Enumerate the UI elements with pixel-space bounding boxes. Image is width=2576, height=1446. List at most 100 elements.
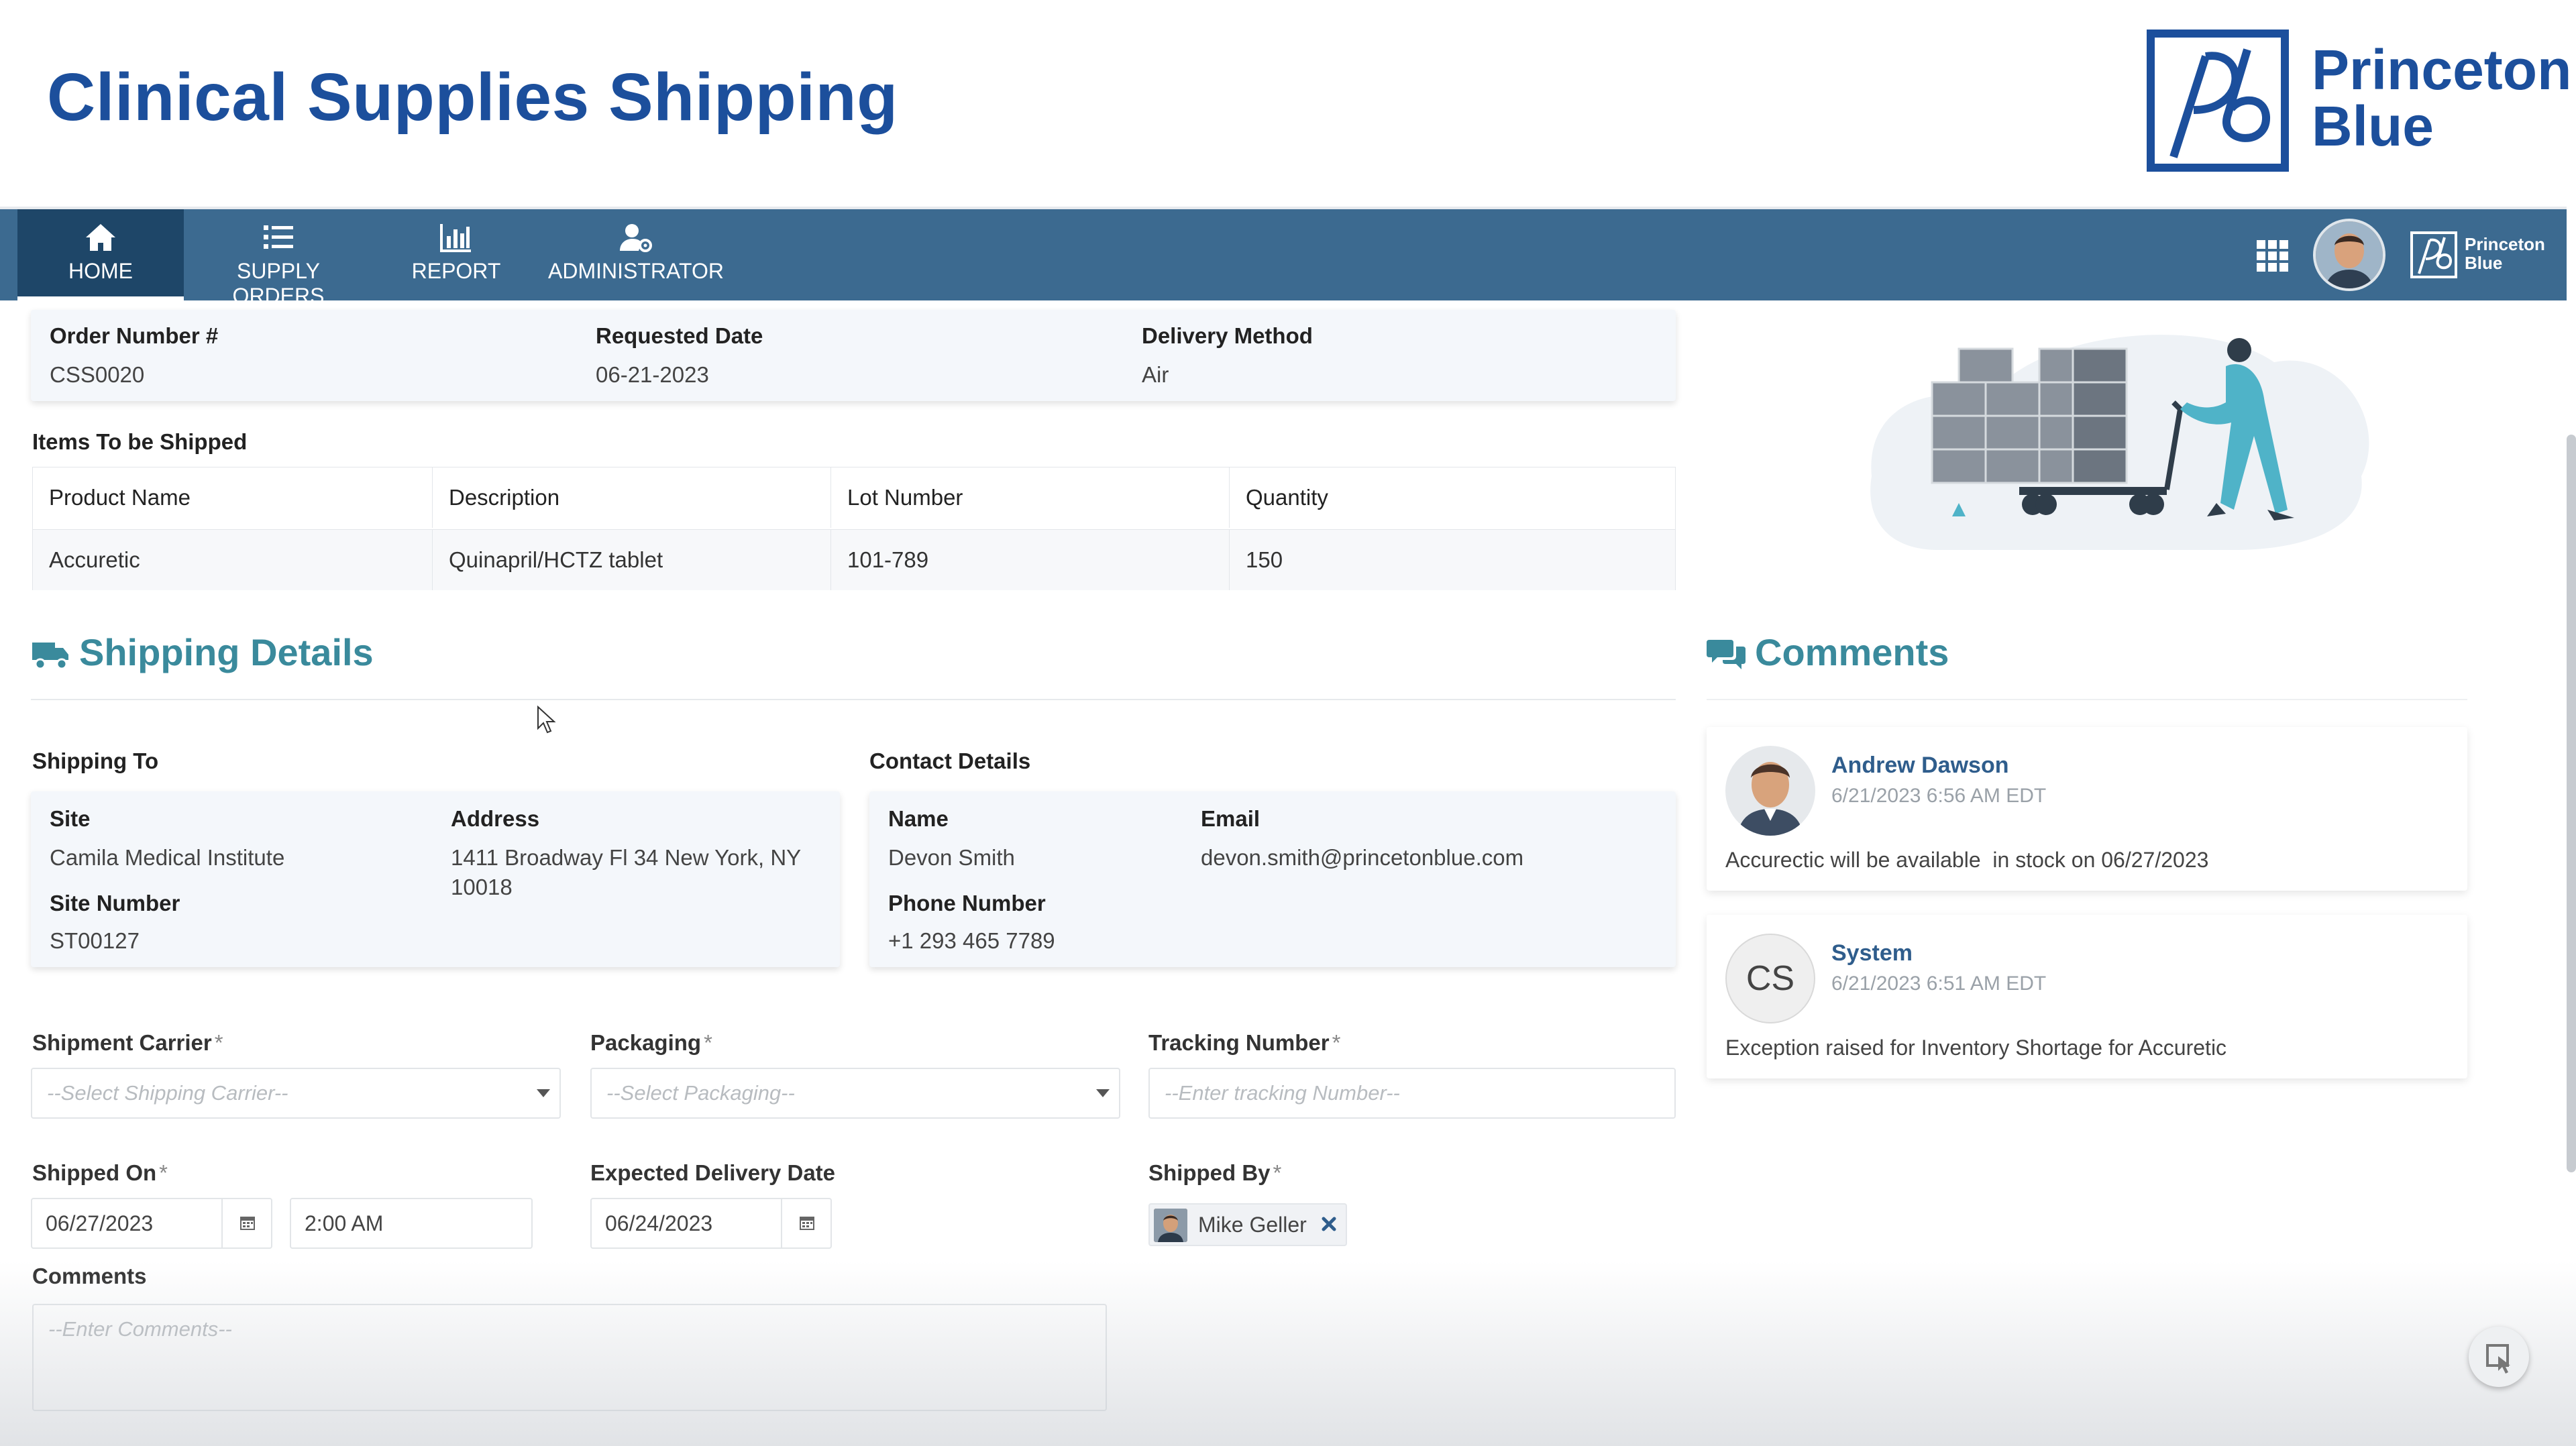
shipped-by-label: Shipped By * (1148, 1160, 1281, 1186)
nav-supply-orders[interactable]: SUPPLY ORDERS (195, 209, 362, 308)
table-row: Accuretic Quinapril/HCTZ tablet 101-789 … (33, 529, 1675, 590)
comment-text: Accurectic will be available in stock on… (1725, 848, 2209, 872)
comment-text: Exception raised for Inventory Shortage … (1725, 1036, 2227, 1060)
comments-textarea[interactable]: --Enter Comments-- (32, 1304, 1107, 1411)
order-number-value: CSS0020 (50, 362, 145, 387)
expected-delivery-date-input[interactable]: 06/24/2023 (590, 1198, 832, 1249)
author-initials: CS (1746, 959, 1795, 998)
address-label: Address (451, 806, 540, 831)
column-header-lot-number: Lot Number (831, 467, 1230, 528)
shipped-by-name: Mike Geller (1198, 1213, 1307, 1237)
shipment-carrier-select[interactable]: --Select Shipping Carrier-- (31, 1068, 561, 1119)
calendar-button[interactable] (781, 1199, 830, 1247)
comments-icon (1707, 640, 1746, 669)
shipped-by-label-text: Shipped By (1148, 1160, 1271, 1185)
column-header-quantity: Quantity (1246, 485, 1328, 510)
top-navbar: HOME SUPPLY ORDERS REPORT ADMINISTRATOR (0, 207, 2567, 308)
app-title: Clinical Supplies Shipping (47, 60, 898, 135)
comment-author[interactable]: System (1831, 940, 1913, 966)
nav-brand-line2: Blue (2465, 253, 2503, 273)
comment-timestamp: 6/21/2023 6:56 AM EDT (1831, 785, 2047, 807)
site-label: Site (50, 806, 91, 831)
user-cog-icon (620, 224, 652, 252)
brand-name-line2: Blue (2312, 95, 2434, 158)
site-number-label: Site Number (50, 891, 180, 915)
page-scrollbar[interactable] (2567, 435, 2576, 1172)
items-table: Product Name Description Lot Number Quan… (32, 467, 1676, 590)
required-mark: * (159, 1160, 168, 1185)
nav-report-label: REPORT (411, 259, 501, 283)
email-label: Email (1201, 806, 1260, 831)
comment-card: Andrew Dawson 6/21/2023 6:56 AM EDT Accu… (1707, 727, 2467, 891)
site-value: Camila Medical Institute (50, 845, 285, 870)
home-icon (86, 224, 115, 251)
packaging-select[interactable]: --Select Packaging-- (590, 1068, 1120, 1119)
cell-lot-number: 101-789 (831, 530, 1230, 590)
nav-brand-line1: Princeton (2465, 234, 2545, 254)
calendar-icon (240, 1217, 255, 1230)
contact-name-label: Name (888, 806, 949, 831)
person-photo-icon (1154, 1209, 1187, 1242)
pb-mini-logo-icon (2410, 231, 2457, 278)
nav-brand-logo: Princeton Blue (2410, 228, 2551, 282)
calendar-button[interactable] (221, 1199, 271, 1247)
section-divider (31, 699, 1676, 700)
packaging-placeholder: --Select Packaging-- (606, 1081, 795, 1105)
required-mark: * (1273, 1160, 1282, 1185)
phone-value: +1 293 465 7789 (888, 928, 1055, 953)
comment-timestamp: 6/21/2023 6:51 AM EDT (1831, 972, 2047, 995)
order-number-label: Order Number # (50, 323, 219, 348)
expected-delivery-label: Expected Delivery Date (590, 1160, 836, 1185)
user-photo-icon (2316, 221, 2383, 288)
required-mark: * (214, 1030, 223, 1055)
shipping-to-heading: Shipping To (32, 748, 159, 773)
shipped-on-label-text: Shipped On (32, 1160, 157, 1185)
required-mark: * (704, 1030, 712, 1055)
contact-name-value: Devon Smith (888, 845, 1015, 870)
section-divider (1707, 699, 2467, 700)
pb-logo-mark-icon (2147, 30, 2289, 172)
shipment-carrier-label: Shipment Carrier * (32, 1030, 223, 1056)
packaging-label: Packaging * (590, 1030, 712, 1056)
tracking-number-placeholder: --Enter tracking Number-- (1165, 1081, 1400, 1105)
user-avatar[interactable] (2313, 219, 2385, 291)
shipment-carrier-placeholder: --Select Shipping Carrier-- (47, 1081, 288, 1105)
packaging-label-text: Packaging (590, 1030, 702, 1055)
calendar-icon (800, 1217, 814, 1230)
comment-card: CS System 6/21/2023 6:51 AM EDT Exceptio… (1707, 915, 2467, 1078)
nav-home-label: HOME (68, 259, 133, 283)
nav-home[interactable]: HOME (17, 209, 184, 300)
expected-delivery-date-value: 06/24/2023 (605, 1211, 713, 1235)
cell-description: Quinapril/HCTZ tablet (433, 530, 831, 590)
column-header-description: Description (433, 467, 831, 528)
shipped-on-time-input[interactable]: 2:00 AM (290, 1198, 533, 1249)
shipping-to-card: Site Camila Medical Institute Site Numbe… (31, 791, 840, 967)
princeton-blue-logo: Princeton Blue (2147, 27, 2571, 174)
delivery-method-label: Delivery Method (1142, 323, 1313, 348)
bar-chart-icon (440, 224, 471, 252)
app-grid-icon[interactable] (2255, 239, 2290, 274)
comment-author[interactable]: Andrew Dawson (1831, 753, 2008, 779)
cell-quantity: 150 (1246, 547, 1283, 572)
nav-report[interactable]: REPORT (400, 209, 513, 300)
comments-placeholder: --Enter Comments-- (48, 1317, 232, 1341)
site-number-value: ST00127 (50, 928, 140, 953)
shipped-by-person-chip[interactable]: Mike Geller (1148, 1203, 1347, 1246)
author-initials-avatar: CS (1725, 934, 1815, 1023)
email-value: devon.smith@princetonblue.com (1201, 845, 1524, 870)
select-tool-button[interactable] (2469, 1327, 2529, 1387)
contact-details-heading: Contact Details (869, 748, 1031, 773)
comments-label: Comments (32, 1264, 147, 1288)
chevron-down-icon (1096, 1089, 1110, 1097)
comments-title: Comments (1755, 631, 1949, 673)
tracking-number-input[interactable]: --Enter tracking Number-- (1148, 1068, 1676, 1119)
author-photo-icon (1725, 746, 1815, 836)
column-header-product-name: Product Name (33, 467, 433, 528)
phone-label: Phone Number (888, 891, 1046, 915)
pointer-select-icon (2486, 1344, 2510, 1374)
shipped-on-date-input[interactable]: 06/27/2023 (31, 1198, 272, 1249)
nav-administrator[interactable]: ADMINISTRATOR (545, 209, 727, 300)
brand-name-line1: Princeton (2312, 38, 2572, 101)
remove-icon[interactable] (1319, 1214, 1339, 1234)
person-avatar (1154, 1209, 1187, 1242)
